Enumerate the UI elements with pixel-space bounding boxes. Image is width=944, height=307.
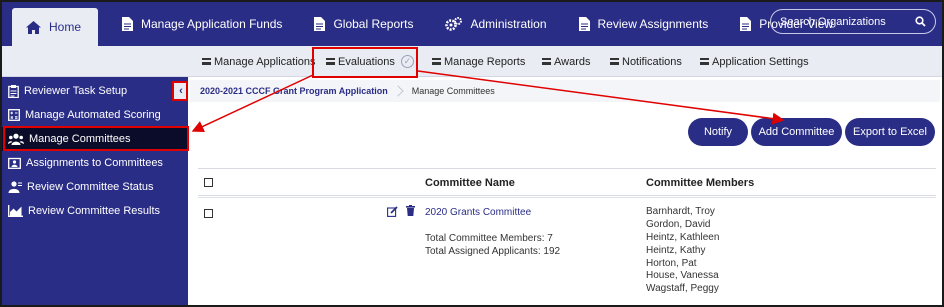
arrow-to-add-committee: [417, 70, 785, 125]
screenshot-frame: Home Manage Application Funds Global Rep…: [0, 0, 944, 307]
annotation-arrows: [191, 70, 785, 132]
arrow-to-manage-committees: [191, 74, 314, 132]
